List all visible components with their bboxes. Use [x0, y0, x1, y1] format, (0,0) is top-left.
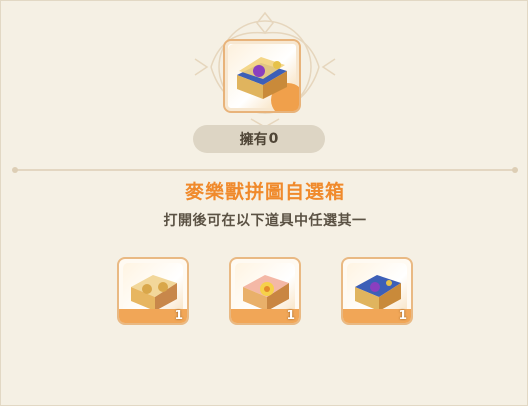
- blue-chest-icon: [355, 275, 401, 311]
- item-count: 1: [398, 308, 407, 322]
- owned-label: 擁有: [239, 132, 268, 148]
- owned-count-badge: 擁有 0: [193, 125, 325, 153]
- item-count: 1: [174, 308, 183, 322]
- owned-count: 0: [268, 131, 279, 147]
- item-slot-blue-chest[interactable]: 1: [341, 257, 413, 325]
- box-description: 打開後可在以下道具中任選其一: [163, 213, 367, 229]
- gold-chest-icon: [131, 275, 177, 311]
- selection-box-icon: [223, 39, 301, 113]
- divider: [12, 167, 518, 173]
- blue-chest-icon: [237, 57, 287, 99]
- item-slot-gold-chest[interactable]: 1: [117, 257, 189, 325]
- item-count: 1: [286, 308, 295, 322]
- selection-box-panel: 擁有 0 麥樂獸拼圖自選箱 打開後可在以下道具中任選其一 1 1 1: [0, 0, 528, 406]
- item-slot-pink-chest[interactable]: 1: [229, 257, 301, 325]
- pink-chest-icon: [243, 275, 289, 311]
- box-title: 麥樂獸拼圖自選箱: [184, 181, 345, 203]
